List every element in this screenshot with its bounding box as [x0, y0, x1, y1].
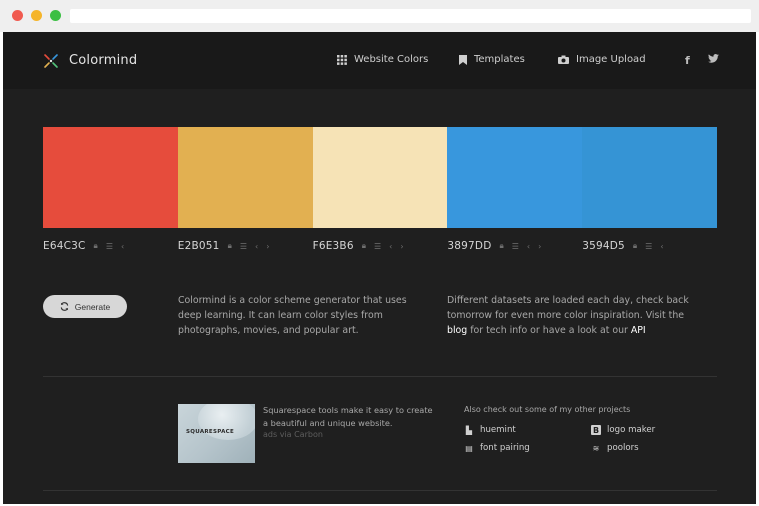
adjust-icon[interactable]: ☰ [240, 242, 247, 251]
bookmark-icon [459, 54, 467, 65]
lock-icon[interactable]: 🔒︎ [633, 241, 637, 251]
divider [43, 376, 717, 377]
brand-name[interactable]: Colormind [69, 53, 137, 68]
ad-image[interactable]: SQUARESPACE [178, 404, 255, 463]
arrow-left-icon[interactable]: ‹ [660, 242, 663, 251]
project-link-font-pairing[interactable]: ▤ font pairing [464, 443, 530, 453]
project-label: font pairing [480, 443, 530, 453]
swatch-label-col: 3594D5 🔒︎ ☰ ‹ [582, 239, 717, 253]
hex-code[interactable]: 3897DD [447, 240, 491, 252]
datasets-text-part: for tech info or have a look at our [467, 325, 631, 336]
project-link-huemint[interactable]: ▙ huemint [464, 425, 516, 435]
page: Colormind Website Colors Templates Image… [3, 32, 756, 504]
arrow-left-icon[interactable]: ‹ [121, 242, 124, 251]
color-swatch[interactable] [43, 127, 178, 228]
close-window-dot[interactable] [12, 10, 23, 21]
hex-code[interactable]: E2B051 [178, 240, 220, 252]
arrow-left-icon[interactable]: ‹ [389, 242, 392, 251]
grid-icon [337, 54, 347, 65]
hex-code[interactable]: E64C3C [43, 240, 86, 252]
swatch-label-col: 3897DD 🔒︎ ☰ ‹ › [447, 239, 582, 253]
api-link[interactable]: API [631, 325, 646, 336]
hex-code[interactable]: F6E3B6 [313, 240, 354, 252]
color-swatch[interactable] [447, 127, 583, 228]
adjust-icon[interactable]: ☰ [512, 242, 519, 251]
lock-icon[interactable]: 🔒︎ [94, 241, 98, 251]
project-label: huemint [480, 425, 516, 435]
arrow-right-icon[interactable]: › [400, 242, 403, 251]
projects-title: Also check out some of my other projects [464, 405, 631, 414]
squarespace-logo: SQUARESPACE [186, 429, 235, 435]
project-label: poolors [607, 443, 639, 453]
arrow-left-icon[interactable]: ‹ [255, 242, 258, 251]
adjust-icon[interactable]: ☰ [374, 242, 381, 251]
project-link-poolors[interactable]: ≋ poolors [591, 443, 639, 453]
swatch-labels: E64C3C 🔒︎ ☰ ‹ E2B051 🔒︎ ☰ ‹ › F6E3B6 🔒︎ … [43, 239, 717, 253]
swatch-label-col: E2B051 🔒︎ ☰ ‹ › [178, 239, 313, 253]
camera-icon [558, 55, 569, 64]
lock-icon[interactable]: 🔒︎ [499, 241, 503, 251]
nav-templates-label: Templates [474, 54, 525, 65]
arrow-left-icon[interactable]: ‹ [527, 242, 530, 251]
divider [43, 490, 717, 491]
refresh-icon [60, 302, 68, 311]
color-swatch[interactable] [582, 127, 717, 228]
nav-image-upload[interactable]: Image Upload [558, 54, 646, 65]
swatch-label-col: E64C3C 🔒︎ ☰ ‹ [43, 239, 178, 253]
twitter-icon[interactable] [708, 54, 719, 63]
maximize-window-dot[interactable] [50, 10, 61, 21]
blog-link[interactable]: blog [447, 325, 467, 336]
huemint-icon: ▙ [465, 425, 473, 435]
generate-label: Generate [74, 301, 111, 312]
datasets-text: Different datasets are loaded each day, … [447, 293, 707, 338]
lock-icon[interactable]: 🔒︎ [228, 241, 232, 251]
ad-attribution[interactable]: ads via Carbon [263, 430, 323, 439]
address-bar[interactable] [70, 9, 751, 23]
project-link-logo-maker[interactable]: B logo maker [591, 425, 655, 435]
logo-maker-icon: B [591, 425, 601, 435]
swatch-label-col: F6E3B6 🔒︎ ☰ ‹ › [313, 239, 448, 253]
font-pairing-icon: ▤ [465, 443, 473, 453]
color-palette [43, 127, 717, 228]
datasets-text-part: Different datasets are loaded each day, … [447, 295, 689, 321]
nav-website-colors[interactable]: Website Colors [337, 54, 428, 65]
site-header: Colormind Website Colors Templates Image… [3, 32, 756, 89]
project-label: logo maker [607, 425, 656, 435]
colormind-logo-icon[interactable] [43, 53, 59, 69]
color-swatch[interactable] [312, 127, 448, 228]
minimize-window-dot[interactable] [31, 10, 42, 21]
ad-text[interactable]: Squarespace tools make it easy to create… [263, 404, 433, 430]
nav-image-upload-label: Image Upload [576, 54, 646, 65]
arrow-right-icon[interactable]: › [538, 242, 541, 251]
adjust-icon[interactable]: ☰ [106, 242, 113, 251]
intro-text: Colormind is a color scheme generator th… [178, 295, 407, 336]
generate-button[interactable]: Generate [43, 295, 127, 318]
hex-code[interactable]: 3594D5 [582, 240, 625, 252]
poolors-icon: ≋ [592, 443, 600, 453]
nav-templates[interactable]: Templates [459, 54, 525, 65]
adjust-icon[interactable]: ☰ [645, 242, 652, 251]
nav-website-colors-label: Website Colors [354, 54, 429, 65]
lock-icon[interactable]: 🔒︎ [362, 241, 366, 251]
color-swatch[interactable] [177, 127, 313, 228]
facebook-icon[interactable]: f [685, 54, 690, 67]
browser-chrome [0, 0, 759, 32]
arrow-right-icon[interactable]: › [266, 242, 269, 251]
